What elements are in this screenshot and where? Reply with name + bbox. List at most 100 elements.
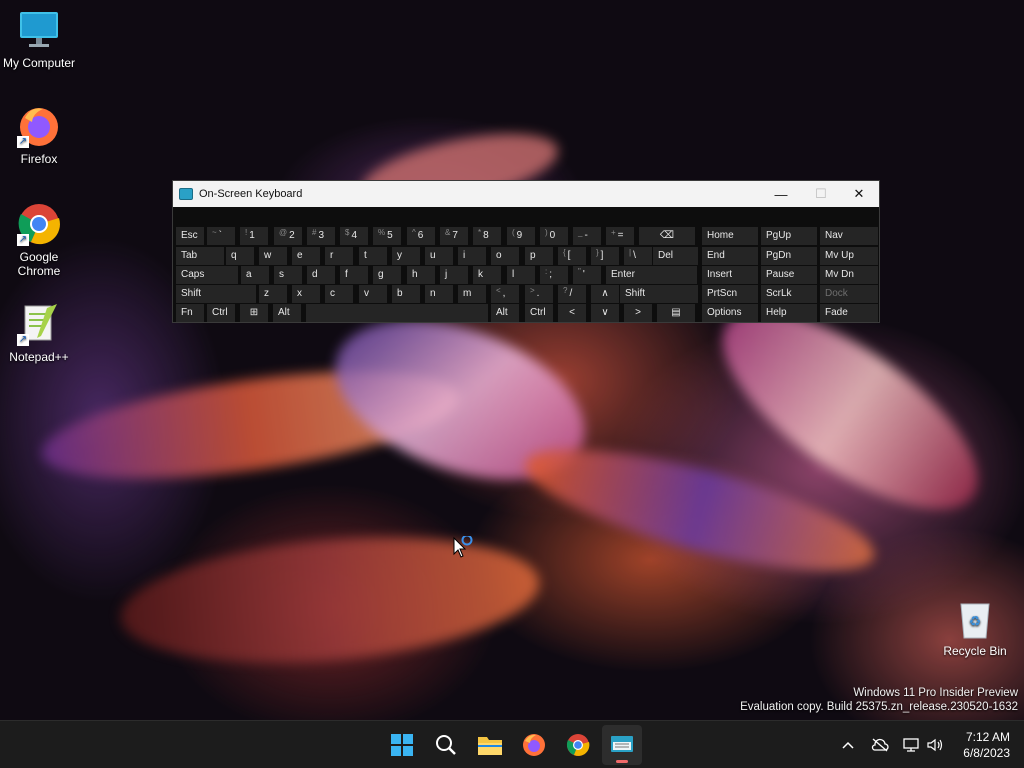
key-p[interactable]: p (525, 247, 553, 265)
start-button[interactable] (382, 725, 422, 765)
key-prtscn[interactable]: PrtScn (702, 285, 758, 303)
key-ctrl[interactable]: Ctrl (525, 304, 553, 322)
taskbar-chrome[interactable] (558, 725, 598, 765)
taskbar-file-explorer[interactable] (470, 725, 510, 765)
key-g[interactable]: g (373, 266, 401, 284)
show-hidden-icons-button[interactable] (836, 721, 860, 768)
minimize-button[interactable]: — (761, 181, 801, 207)
key-e[interactable]: e (292, 247, 320, 265)
key-2[interactable]: @2 (274, 227, 302, 245)
key-symbol[interactable]: {[ (558, 247, 586, 265)
key-symbol[interactable]: ⌫ (639, 227, 695, 245)
key-7[interactable]: & 7 (440, 227, 468, 245)
key-r[interactable]: r (325, 247, 353, 265)
key-h[interactable]: h (407, 266, 435, 284)
key-u[interactable]: u (425, 247, 453, 265)
key-home[interactable]: Home (702, 227, 758, 245)
key-8[interactable]: * 8 (473, 227, 501, 245)
key-k[interactable]: k (473, 266, 501, 284)
key-x[interactable]: x (292, 285, 320, 303)
key-symbol[interactable]: <, (491, 285, 519, 303)
key-symbol[interactable]: ▤ (657, 304, 695, 322)
taskbar-on-screen-keyboard[interactable] (602, 725, 642, 765)
key-space[interactable] (306, 304, 488, 322)
key-y[interactable]: y (392, 247, 420, 265)
key-caps[interactable]: Caps (176, 266, 238, 284)
key-i[interactable]: i (458, 247, 486, 265)
key-l[interactable]: l (507, 266, 535, 284)
taskbar-firefox[interactable] (514, 725, 554, 765)
key-dock[interactable]: Dock (820, 285, 878, 303)
desktop-icon-recycle-bin[interactable]: ♻ Recycle Bin (936, 596, 1014, 658)
key-pause[interactable]: Pause (761, 266, 817, 284)
key-6[interactable]: ^ 6 (407, 227, 435, 245)
key-1[interactable]: ! 1 (240, 227, 268, 245)
onedrive-tray-button[interactable] (868, 721, 892, 768)
key-alt[interactable]: Alt (273, 304, 301, 322)
key-d[interactable]: d (307, 266, 335, 284)
key-help[interactable]: Help (761, 304, 817, 322)
key-9[interactable]: (9 (507, 227, 535, 245)
key-m[interactable]: m (458, 285, 486, 303)
search-button[interactable] (426, 725, 466, 765)
key-symbol[interactable]: < (558, 304, 586, 322)
key-0[interactable]: ) 0 (540, 227, 568, 245)
key-symbol[interactable]: ∧ (591, 285, 619, 303)
key-symbol[interactable]: " ' (573, 266, 601, 284)
key-v[interactable]: v (359, 285, 387, 303)
desktop-icon-google-chrome[interactable]: ↗ Google Chrome (0, 202, 78, 278)
key-symbol[interactable]: ? / (558, 285, 586, 303)
key-enter[interactable]: Enter (606, 266, 697, 284)
taskbar-clock[interactable]: 7:12 AM 6/8/2023 (963, 729, 1010, 761)
key-symbol[interactable]: ⊞ (240, 304, 268, 322)
key-4[interactable]: $4 (340, 227, 368, 245)
key-o[interactable]: o (491, 247, 519, 265)
key-alt[interactable]: Alt (491, 304, 519, 322)
key-fade[interactable]: Fade (820, 304, 878, 322)
window-title-bar[interactable]: On-Screen Keyboard — ☐ ✕ (173, 181, 879, 207)
key-nav[interactable]: Nav (820, 227, 878, 245)
close-button[interactable]: ✕ (839, 181, 879, 207)
key-tab[interactable]: Tab (176, 247, 224, 265)
key-c[interactable]: c (325, 285, 353, 303)
key-fn[interactable]: Fn (176, 304, 204, 322)
desktop-icon-notepad-plus-plus[interactable]: ↗ Notepad++ (0, 302, 78, 364)
key-mv-dn[interactable]: Mv Dn (820, 266, 878, 284)
key-symbol[interactable]: }] (591, 247, 619, 265)
key-s[interactable]: s (274, 266, 302, 284)
key-pgup[interactable]: PgUp (761, 227, 817, 245)
key-3[interactable]: #3 (307, 227, 335, 245)
key-end[interactable]: End (702, 247, 758, 265)
key-symbol[interactable]: :; (540, 266, 568, 284)
key-symbol[interactable]: ~ ` (207, 227, 235, 245)
key-symbol[interactable]: _ - (573, 227, 601, 245)
key-symbol[interactable]: > (624, 304, 652, 322)
key-t[interactable]: t (359, 247, 387, 265)
desktop-icon-my-computer[interactable]: My Computer (0, 8, 78, 70)
key-w[interactable]: w (259, 247, 287, 265)
key-n[interactable]: n (425, 285, 453, 303)
key-symbol[interactable]: ∨ (591, 304, 619, 322)
key-insert[interactable]: Insert (702, 266, 758, 284)
key-b[interactable]: b (392, 285, 420, 303)
key-5[interactable]: % 5 (373, 227, 401, 245)
key-pgdn[interactable]: PgDn (761, 247, 817, 265)
key-del[interactable]: Del (653, 247, 698, 265)
volume-tray-button[interactable] (924, 721, 946, 768)
key-shift[interactable]: Shift (176, 285, 256, 303)
key-mv-up[interactable]: Mv Up (820, 247, 878, 265)
key-options[interactable]: Options (702, 304, 758, 322)
key-z[interactable]: z (259, 285, 287, 303)
key-scrlk[interactable]: ScrLk (761, 285, 817, 303)
key-symbol[interactable]: | \ (624, 247, 652, 265)
key-q[interactable]: q (226, 247, 254, 265)
network-tray-button[interactable] (900, 721, 922, 768)
key-symbol[interactable]: >. (525, 285, 553, 303)
key-shift[interactable]: Shift (620, 285, 698, 303)
maximize-button[interactable]: ☐ (801, 181, 841, 207)
key-symbol[interactable]: + = (606, 227, 634, 245)
key-ctrl[interactable]: Ctrl (207, 304, 235, 322)
key-j[interactable]: j (440, 266, 468, 284)
key-a[interactable]: a (241, 266, 269, 284)
desktop-icon-firefox[interactable]: ↗ Firefox (0, 104, 78, 166)
